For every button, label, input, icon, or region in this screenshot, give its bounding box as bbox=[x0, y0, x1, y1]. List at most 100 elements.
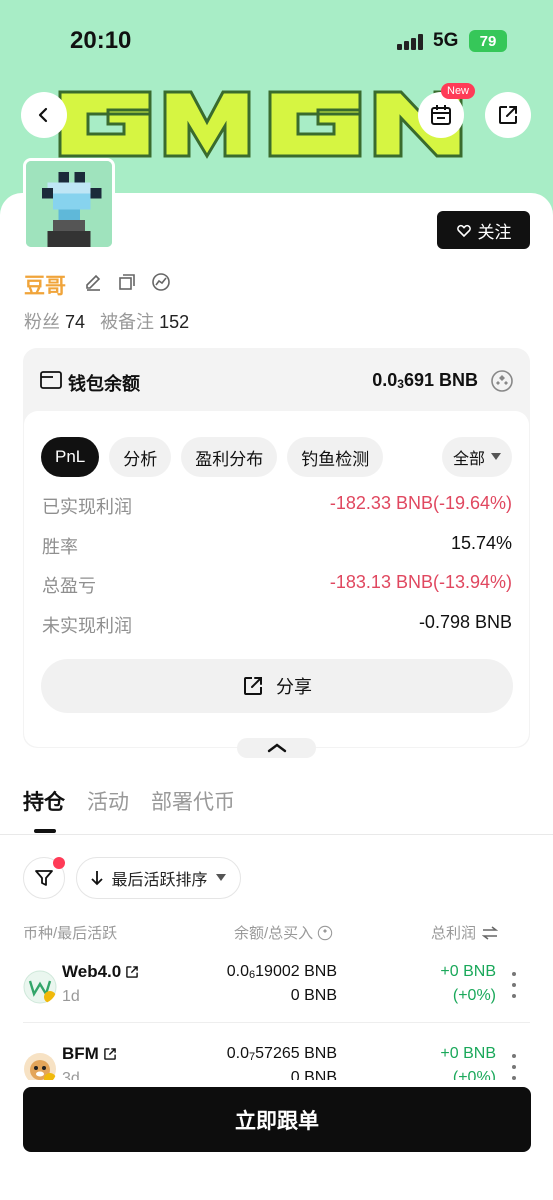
copy-icon[interactable] bbox=[117, 272, 137, 292]
stat-label: 胜率 bbox=[42, 537, 78, 557]
pixel-avatar-image bbox=[26, 161, 112, 247]
row-divider bbox=[23, 1022, 530, 1023]
token-balance-prefix: 0.0 bbox=[226, 1045, 250, 1062]
edit-icon[interactable] bbox=[83, 272, 103, 292]
sort-label: 最后活跃排序 bbox=[111, 872, 208, 889]
wallet-balance-prefix: 0.0 bbox=[372, 370, 398, 390]
stat-value: 15.74% bbox=[450, 533, 512, 553]
avatar[interactable] bbox=[23, 158, 115, 250]
arrow-down-icon bbox=[91, 871, 104, 886]
tab-holdings[interactable]: 持仓 bbox=[23, 786, 65, 816]
status-time: 20:10 bbox=[70, 27, 132, 54]
col-balance-label: 余额/总买入 bbox=[234, 925, 314, 942]
wallet-balance: 0.03691 BNB bbox=[372, 370, 478, 391]
main-tabs: 持仓 活动 部署代币 bbox=[23, 786, 235, 816]
sort-button[interactable]: 最后活跃排序 bbox=[76, 857, 241, 899]
wallet-icon bbox=[40, 371, 62, 389]
pnl-panel: PnL 分析 盈利分布 钓鱼检测 全部 已实现利润 -182.33 BNB(-1… bbox=[24, 411, 529, 747]
tab-pnl[interactable]: PnL bbox=[41, 437, 100, 477]
external-link-icon[interactable] bbox=[125, 965, 139, 979]
active-tab-indicator bbox=[34, 829, 56, 833]
collapse-handle[interactable] bbox=[237, 738, 316, 758]
total-bought: 0 BNB bbox=[290, 987, 337, 1004]
fans-label: 粉丝 bbox=[24, 312, 60, 332]
col-balance: 余额/总买入 bbox=[234, 922, 333, 943]
stat-realized-profit: 已实现利润 -182.33 BNB(-19.64%) bbox=[42, 489, 512, 519]
wallet-balance-zeros: 3 bbox=[397, 377, 404, 391]
token-name-text: Web4.0 bbox=[62, 962, 122, 981]
external-link-icon[interactable] bbox=[103, 1047, 117, 1061]
filter-active-dot bbox=[53, 857, 65, 869]
share-external-button[interactable] bbox=[485, 92, 531, 138]
col-total-profit-label: 总利润 bbox=[430, 925, 476, 942]
tab-activity[interactable]: 活动 bbox=[87, 786, 129, 816]
more-options-icon[interactable] bbox=[510, 972, 518, 998]
stat-unrealized-profit: 未实现利润 -0.798 BNB bbox=[42, 608, 512, 638]
last-active: 1d bbox=[62, 988, 80, 1005]
chevron-left-icon bbox=[38, 107, 48, 123]
follow-stats: 粉丝 74 被备注 152 bbox=[24, 308, 189, 334]
token-balance: 0.0757265 BNB bbox=[227, 1045, 337, 1063]
divider bbox=[0, 834, 553, 835]
battery-level: 79 bbox=[479, 32, 497, 50]
period-select[interactable]: 全部 bbox=[442, 437, 512, 477]
stat-label: 已实现利润 bbox=[42, 497, 132, 517]
share-button[interactable]: 分享 bbox=[41, 659, 513, 713]
bnb-refresh-icon[interactable] bbox=[490, 369, 514, 393]
tab-profit-distribution[interactable]: 盈利分布 bbox=[181, 437, 278, 477]
period-select-value: 全部 bbox=[452, 451, 485, 468]
name-actions bbox=[83, 272, 171, 292]
swap-icon bbox=[482, 925, 498, 940]
network-type: 5G bbox=[433, 30, 459, 51]
external-link-icon bbox=[499, 106, 517, 124]
more-options-icon[interactable] bbox=[510, 1054, 518, 1080]
token-pnl: +0 BNB bbox=[440, 963, 496, 980]
tab-deployed-tokens[interactable]: 部署代币 bbox=[151, 786, 235, 816]
battery-icon: 79 bbox=[469, 30, 507, 52]
token-balance-suffix: 19002 BNB bbox=[255, 963, 337, 980]
back-button[interactable] bbox=[21, 92, 67, 138]
tab-phishing-check[interactable]: 钓鱼检测 bbox=[287, 437, 384, 477]
token-pnl: +0 BNB bbox=[440, 1045, 496, 1062]
caret-down-icon bbox=[215, 874, 226, 881]
stat-label: 未实现利润 bbox=[42, 616, 132, 636]
wallet-header: 钱包余额 0.03691 BNB bbox=[23, 348, 530, 412]
token-balance-suffix: 57265 BNB bbox=[255, 1045, 337, 1062]
chevron-up-icon bbox=[267, 743, 286, 753]
share-icon bbox=[244, 677, 262, 695]
bnb-icon bbox=[317, 925, 333, 940]
pnl-tabs: PnL 分析 盈利分布 钓鱼检测 bbox=[41, 437, 384, 477]
copy-trade-button[interactable]: 立即跟单 bbox=[23, 1087, 531, 1152]
stat-value: -183.13 BNB(-13.94%) bbox=[329, 572, 512, 592]
stat-label: 总盈亏 bbox=[42, 576, 96, 596]
status-bar: 20:10 5G 79 bbox=[0, 0, 553, 80]
col-token: 币种/最后活跃 bbox=[23, 925, 118, 942]
stat-total-pnl: 总盈亏 -183.13 BNB(-13.94%) bbox=[42, 568, 512, 598]
token-balance-prefix: 0.0 bbox=[226, 963, 250, 980]
calendar-icon bbox=[431, 105, 451, 125]
table-row[interactable]: Web4.0 1d 0.0619002 BNB 0 BNB +0 BNB (+0… bbox=[0, 946, 553, 1026]
share-label: 分享 bbox=[276, 677, 312, 697]
signal-icon bbox=[397, 34, 425, 50]
token-name: BFM bbox=[62, 1044, 117, 1064]
token-pnl-percent: (+0%) bbox=[452, 987, 496, 1004]
holdings-table-header: 币种/最后活跃 余额/总买入 总利润 bbox=[23, 922, 498, 942]
new-badge: New bbox=[441, 83, 476, 99]
tab-analysis[interactable]: 分析 bbox=[109, 437, 172, 477]
chart-link-icon[interactable] bbox=[151, 272, 171, 292]
noted-count: 152 bbox=[159, 312, 190, 332]
stat-value: -0.798 BNB bbox=[418, 612, 512, 632]
follow-label: 关注 bbox=[477, 222, 512, 242]
col-total-profit[interactable]: 总利润 bbox=[431, 922, 498, 943]
filter-icon bbox=[35, 870, 53, 886]
token-balance: 0.0619002 BNB bbox=[227, 963, 337, 981]
username: 豆哥 bbox=[24, 275, 66, 298]
heart-plus-icon bbox=[456, 224, 471, 238]
fans-count: 74 bbox=[65, 312, 86, 332]
caret-down-icon bbox=[491, 453, 501, 460]
stat-value: -182.33 BNB(-19.64%) bbox=[329, 493, 512, 513]
follow-button[interactable]: 关注 bbox=[437, 211, 530, 249]
token-name: Web4.0 bbox=[62, 962, 139, 982]
web4-token-icon bbox=[23, 970, 57, 1004]
wallet-balance-suffix: 691 BNB bbox=[403, 370, 478, 390]
